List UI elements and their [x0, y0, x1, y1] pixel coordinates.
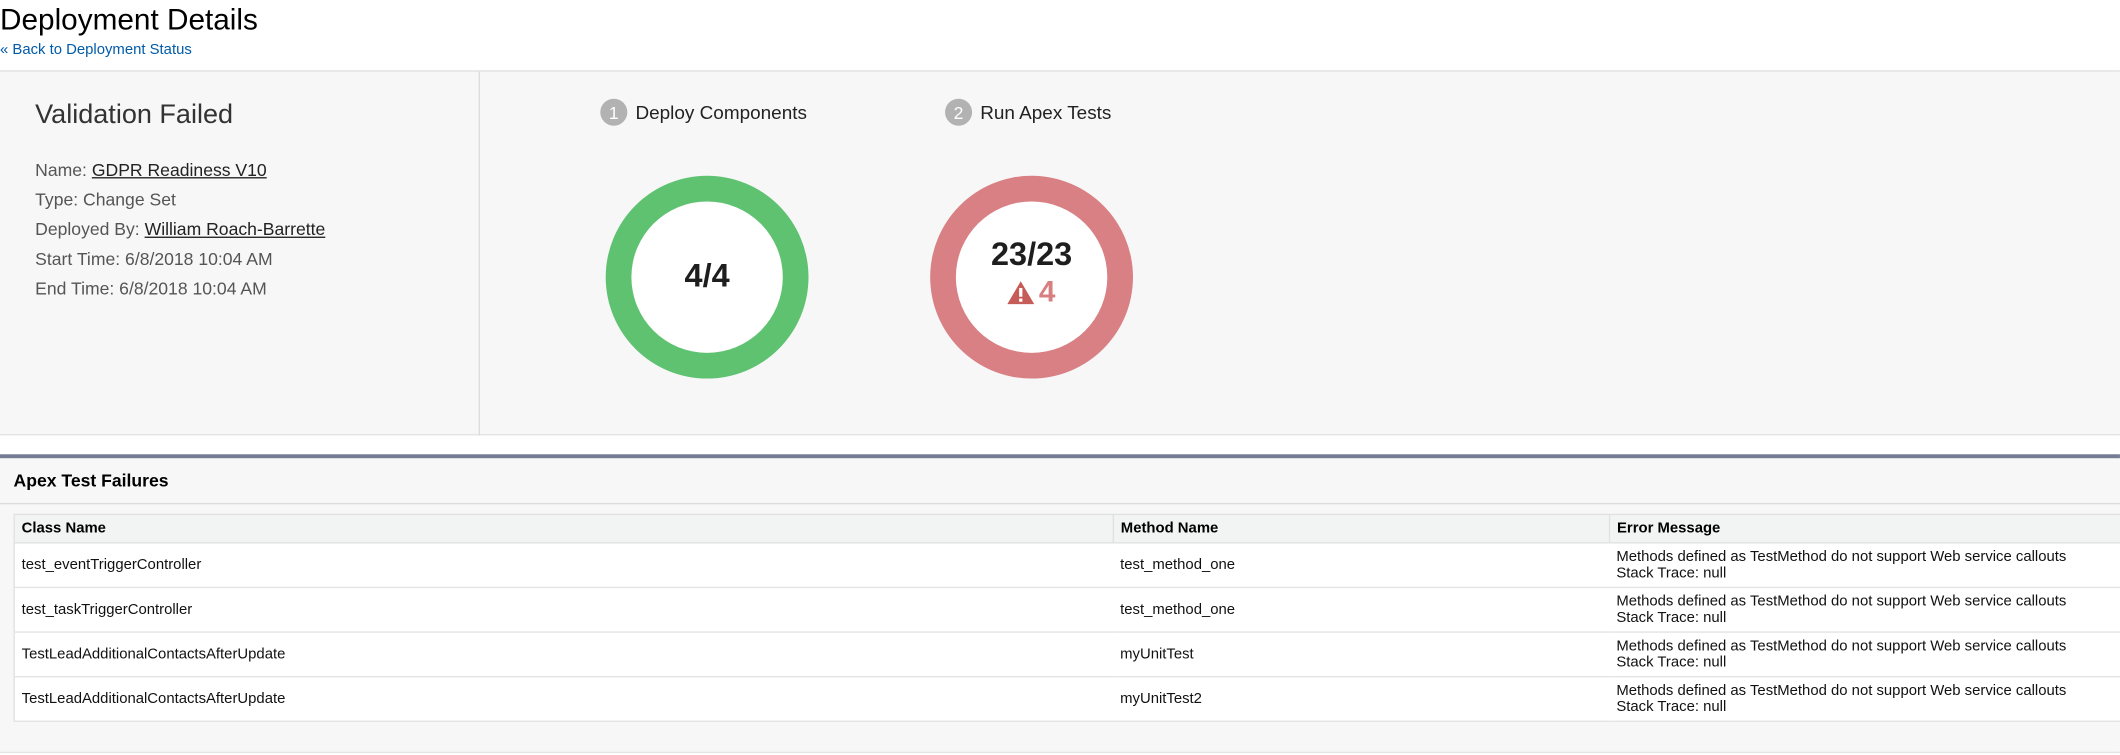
step-number-badge: 2: [945, 98, 973, 126]
info-end-time: End Time: 6/8/2018 10:04 AM: [35, 278, 267, 299]
error-message-cell: Methods defined as TestMethod do not sup…: [1609, 587, 2120, 633]
method-name-cell: myUnitTest: [1113, 632, 1610, 678]
column-header-method-name[interactable]: Method Name: [1112, 513, 1611, 544]
class-name-cell: TestLeadAdditionalContactsAfterUpdate: [13, 676, 1114, 722]
method-name-cell: test_method_one: [1113, 542, 1610, 589]
deployment-summary-panel: Validation Failed Name: GDPR Readiness V…: [0, 70, 2120, 436]
apex-tests-count: 23/23: [990, 236, 1073, 274]
class-name-cell: TestLeadAdditionalContactsAfterUpdate: [13, 632, 1114, 678]
error-message-cell: Methods defined as TestMethod do not sup…: [1609, 676, 2120, 722]
method-name-cell: test_method_one: [1113, 587, 1610, 633]
section-title: Apex Test Failures: [13, 470, 169, 491]
step-number-badge: 1: [600, 98, 628, 126]
page: Deployment Details « Back to Deployment …: [0, 0, 2120, 755]
deploy-components-progress-ring: 4/4: [605, 175, 809, 379]
user-link[interactable]: William Roach-Barrette: [145, 219, 326, 239]
deployment-status-heading: Validation Failed: [35, 100, 234, 130]
table-row: test_taskTriggerController test_method_o…: [13, 587, 2120, 633]
deployment-info: Validation Failed Name: GDPR Readiness V…: [0, 71, 480, 436]
column-header-error-message[interactable]: Error Message: [1608, 513, 2120, 544]
info-start-time: Start Time: 6/8/2018 10:04 AM: [35, 248, 273, 270]
deploy-components-count: 4/4: [684, 258, 730, 295]
table-row: TestLeadAdditionalContactsAfterUpdate my…: [13, 632, 2120, 678]
method-name-cell: myUnitTest2: [1113, 676, 1610, 722]
info-name: Name: GDPR Readiness V10: [35, 159, 267, 180]
error-message-cell: Methods defined as TestMethod do not sup…: [1609, 542, 2120, 589]
table-row: test_eventTriggerController test_method_…: [13, 542, 2120, 589]
column-header-class-name[interactable]: Class Name: [13, 513, 1115, 544]
failures-table: Class Name Method Name Error Message tes…: [13, 513, 2120, 722]
table-row: TestLeadAdditionalContactsAfterUpdate my…: [13, 676, 2120, 722]
page-title: Deployment Details: [0, 2, 258, 37]
step-deploy-components: 1 Deploy Components: [600, 98, 807, 126]
apex-test-failures-section: Apex Test Failures Class Name Method Nam…: [0, 458, 2120, 754]
change-set-link[interactable]: GDPR Readiness V10: [92, 160, 267, 180]
info-deployed-by: Deployed By: William Roach-Barrette: [35, 219, 326, 240]
class-name-cell: test_taskTriggerController: [13, 587, 1114, 633]
class-name-cell: test_eventTriggerController: [13, 542, 1114, 589]
apex-tests-progress-ring: 23/23 4: [930, 175, 1133, 379]
info-type: Type: Change Set: [35, 189, 176, 210]
error-message-cell: Methods defined as TestMethod do not sup…: [1609, 632, 2120, 678]
warning-triangle-icon: [1007, 280, 1035, 304]
apex-test-failure-count: 4: [1007, 274, 1055, 309]
step-run-apex-tests: 2 Run Apex Tests: [945, 98, 1111, 126]
back-to-deployment-status-link[interactable]: « Back to Deployment Status: [0, 42, 192, 58]
